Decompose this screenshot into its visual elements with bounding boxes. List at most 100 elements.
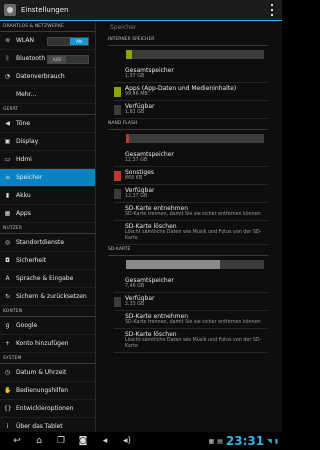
toggle-state: AN xyxy=(70,38,88,45)
accessibility-icon: ✋ xyxy=(4,387,12,394)
bluetooth-toggle[interactable]: AUS xyxy=(47,55,89,64)
settings-app-icon[interactable] xyxy=(4,4,16,16)
sidebar-section-header: NUTZER xyxy=(0,223,95,234)
app-title: Einstellungen xyxy=(21,6,69,14)
sidebar-item[interactable]: i Über das Tablet xyxy=(0,418,95,432)
sidebar-item[interactable]: Mehr... xyxy=(0,86,95,104)
sidebar-item-label: Sicherheit xyxy=(16,257,47,264)
storage-row[interactable]: SD-Karte löschen Löscht sämtliche Daten w… xyxy=(114,221,268,245)
sidebar-item-label: Standortdienste xyxy=(16,239,65,246)
status-area[interactable]: ▦ ▤ 23:31 ◥ ▮ xyxy=(209,432,278,450)
usb-icon: ▤ xyxy=(217,437,223,445)
storage-row-value: 868 KB xyxy=(125,176,143,181)
lock-icon: ◘ xyxy=(5,257,10,264)
storage-row-label: SD-Karte entnehmen xyxy=(125,205,188,212)
data-usage-icon: ◔ xyxy=(4,73,11,80)
sidebar-item-label: Akku xyxy=(16,192,31,199)
storage-row[interactable]: Verfügbar 12,37 GB xyxy=(114,185,268,203)
home-icon[interactable]: ⌂ xyxy=(28,436,50,446)
storage-row-label: Gesamtspeicher xyxy=(125,277,174,284)
sidebar-section-header: KONTEN xyxy=(0,306,95,317)
storage-row[interactable]: SD-Karte löschen Löscht sämtliche Daten w… xyxy=(114,329,268,353)
wlan-toggle[interactable]: AN xyxy=(47,37,89,46)
storage-row-value: SD-Karte trennen, damit Sie sie sicher e… xyxy=(125,320,261,325)
toggle-state: AUS xyxy=(48,56,66,63)
sidebar-item-label: WLAN xyxy=(16,37,35,44)
storage-row[interactable]: Verfügbar 1,82 GB xyxy=(114,101,268,119)
storage-section-header: SD-KARTE xyxy=(108,245,268,256)
hdmi-icon: ▭ xyxy=(4,156,11,163)
color-swatch xyxy=(114,87,121,97)
storage-row[interactable]: Sonstiges 868 KB xyxy=(114,167,268,185)
sidebar-item[interactable]: ↻ Sichern & zurücksetzen xyxy=(0,288,95,306)
bluetooth-icon: ᛒ xyxy=(5,55,10,62)
sidebar-item[interactable]: ▣ Display xyxy=(0,133,95,151)
display-icon: ▣ xyxy=(4,138,11,145)
battery-icon: ▮ xyxy=(5,192,10,199)
overflow-menu-icon[interactable] xyxy=(271,4,274,16)
sidebar-item[interactable]: ≡ Speicher xyxy=(0,169,95,187)
sound-icon: ◀ xyxy=(5,120,10,127)
screenshot-icon: ▦ xyxy=(208,437,215,445)
sidebar-item[interactable]: {} Entwickleroptionen xyxy=(0,400,95,418)
storage-row[interactable]: Verfügbar 2,33 GB xyxy=(114,293,268,311)
storage-row: Gesamtspeicher 7,46 GB xyxy=(114,275,268,293)
volume-down-icon[interactable]: ◂ xyxy=(94,436,116,446)
sidebar-item[interactable]: g Google xyxy=(0,317,95,335)
action-bar: Einstellungen xyxy=(0,0,282,21)
sidebar-section-header: DRAHTLOS & NETZWERKE xyxy=(0,21,95,32)
sidebar-section-header: GERÄT xyxy=(0,104,95,115)
developer-icon: {} xyxy=(4,405,12,412)
storage-row-value: 99,46 MB xyxy=(125,92,148,97)
volume-up-icon[interactable]: ◂) xyxy=(116,436,138,446)
sidebar-item[interactable]: ◘ Sicherheit xyxy=(0,252,95,270)
sidebar-section-header: SYSTEM xyxy=(0,353,95,364)
sidebar-item[interactable]: ≋ WLAN AN xyxy=(0,32,95,50)
apps-icon: ▦ xyxy=(4,210,11,217)
sidebar-item[interactable]: A Sprache & Eingabe xyxy=(0,270,95,288)
sidebar-item-label: Hdmi xyxy=(16,156,32,163)
sidebar-item-label: Speicher xyxy=(16,174,43,181)
storage-row[interactable]: SD-Karte entnehmen SD-Karte trennen, dami… xyxy=(114,311,268,329)
sidebar-item[interactable]: ✋ Bedienungshilfen xyxy=(0,382,95,400)
sidebar-item[interactable]: ▭ Hdmi xyxy=(0,151,95,169)
sidebar-item[interactable]: ◔ Datenverbrauch xyxy=(0,68,95,86)
storage-row-label: SD-Karte löschen xyxy=(125,331,177,338)
camera-icon[interactable]: ◙ xyxy=(72,436,94,446)
storage-row-label: Verfügbar xyxy=(125,103,155,110)
wifi-icon: ≋ xyxy=(4,37,11,44)
storage-usage-fill xyxy=(126,50,132,59)
back-icon[interactable]: ↩ xyxy=(6,436,28,446)
storage-row-value: SD-Karte trennen, damit Sie sie sicher e… xyxy=(125,212,261,217)
sidebar-item-label: Bluetooth xyxy=(16,55,46,62)
sidebar-item[interactable]: + Konto hinzufügen xyxy=(0,335,95,353)
sidebar-item[interactable]: ◎ Standortdienste xyxy=(0,234,95,252)
sidebar-item-label: Sprache & Eingabe xyxy=(16,275,74,282)
clock-icon: ◷ xyxy=(4,369,11,376)
google-icon: g xyxy=(5,322,10,329)
storage-row-label: Apps (App-Daten und Medieninhalte) xyxy=(125,85,237,92)
sidebar-item-label: Datenverbrauch xyxy=(16,73,65,80)
sidebar-item[interactable]: ᛒ Bluetooth AUS xyxy=(0,50,95,68)
recent-apps-icon[interactable]: ❐ xyxy=(50,436,72,446)
storage-row-value: 7,46 GB xyxy=(125,284,145,289)
sidebar-item[interactable]: ▮ Akku xyxy=(0,187,95,205)
storage-row-value: Löscht sämtliche Daten wie Musik und Fot… xyxy=(125,338,262,349)
sidebar-item-label: Entwickleroptionen xyxy=(16,405,74,412)
sidebar-item-label: Apps xyxy=(16,210,31,217)
storage-panel: Speicher INTERNER SPEICHER Gesamtspeicher… xyxy=(96,21,282,432)
storage-row: Gesamtspeicher 12,37 GB xyxy=(114,149,268,167)
sidebar-item-label: Bedienungshilfen xyxy=(16,387,69,394)
storage-row-label: Gesamtspeicher xyxy=(125,151,174,158)
sidebar-item[interactable]: ▦ Apps xyxy=(0,205,95,223)
sidebar-item[interactable]: ◷ Datum & Uhrzeit xyxy=(0,364,95,382)
info-icon: i xyxy=(6,423,9,430)
storage-row[interactable]: SD-Karte entnehmen SD-Karte trennen, dami… xyxy=(114,203,268,221)
storage-row-label: SD-Karte löschen xyxy=(125,223,177,230)
storage-row-value: Löscht sämtliche Daten wie Musik und Fot… xyxy=(125,230,262,241)
storage-row: Gesamtspeicher 1,97 GB xyxy=(114,65,268,83)
add-account-icon: + xyxy=(4,340,11,347)
sidebar-item[interactable]: ◀ Töne xyxy=(0,115,95,133)
storage-row[interactable]: Apps (App-Daten und Medieninhalte) 99,46 … xyxy=(114,83,268,101)
